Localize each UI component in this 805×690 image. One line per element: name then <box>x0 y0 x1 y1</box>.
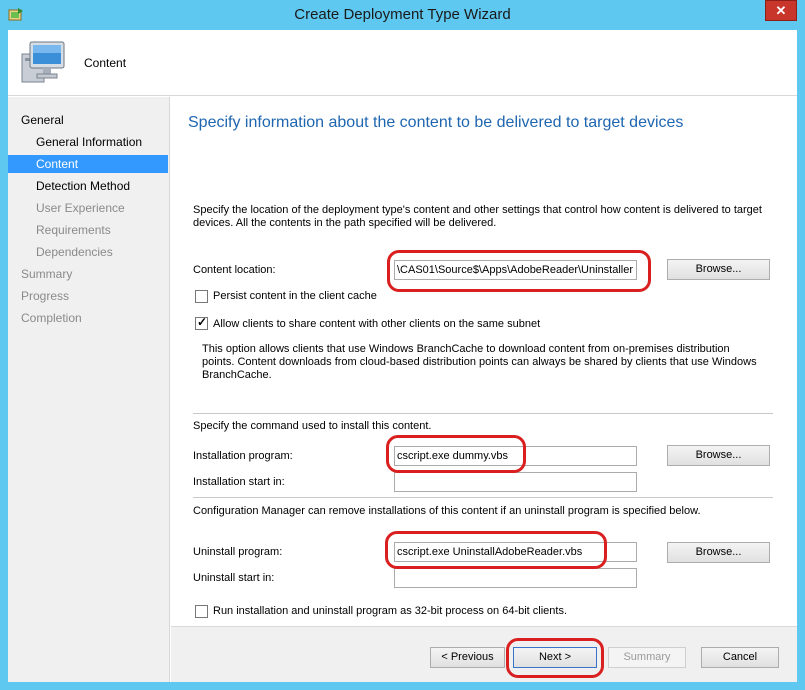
wizard-window: Create Deployment Type Wizard ✕ Content … <box>0 0 805 690</box>
nav-item-summary: Summary <box>21 267 73 281</box>
uninstall-start-input[interactable] <box>394 568 637 588</box>
persist-content-label: Persist content in the client cache <box>213 290 377 302</box>
uninstall-program-input[interactable]: cscript.exe UninstallAdobeReader.vbs <box>394 542 637 562</box>
wizard-header: Content <box>8 30 797 96</box>
wizard-client: Content General General Information Cont… <box>8 30 797 682</box>
computer-icon <box>21 41 65 83</box>
nav-item-progress: Progress <box>21 289 70 303</box>
run-32bit-checkbox[interactable] <box>195 605 208 618</box>
nav-item-general[interactable]: General <box>8 111 168 129</box>
wizard-footer: < Previous Next > Summary Cancel <box>171 626 797 682</box>
uninstall-intro: Configuration Manager can remove install… <box>193 505 701 517</box>
nav-item-content[interactable]: Content <box>8 155 168 173</box>
branchcache-note: This option allows clients that use Wind… <box>202 343 757 381</box>
nav-item-dependencies: Dependencies <box>36 245 113 259</box>
content-location-input[interactable]: \CAS01\Source$\Apps\AdobeReader\Uninstal… <box>394 260 637 280</box>
close-button[interactable]: ✕ <box>765 0 797 21</box>
section-divider <box>193 413 773 414</box>
installation-program-label: Installation program: <box>193 450 293 462</box>
content-location-browse-button[interactable]: Browse... <box>667 259 770 280</box>
page-title: Content <box>84 56 127 70</box>
uninstall-program-browse-button[interactable]: Browse... <box>667 542 770 563</box>
nav-item-completion: Completion <box>21 311 82 325</box>
intro-text: Specify the location of the deployment t… <box>193 204 762 229</box>
title-bar[interactable]: Create Deployment Type Wizard ✕ <box>0 0 805 30</box>
installation-start-input[interactable] <box>394 472 637 492</box>
content-page: Specify information about the content to… <box>171 97 797 652</box>
installation-program-input[interactable]: cscript.exe dummy.vbs <box>394 446 637 466</box>
persist-content-checkbox[interactable] <box>195 290 208 303</box>
next-button[interactable]: Next > <box>513 647 597 668</box>
section-divider <box>193 497 773 498</box>
nav-item-detection-method[interactable]: Detection Method <box>8 177 168 195</box>
allow-share-checkbox[interactable] <box>195 315 208 330</box>
install-intro: Specify the command used to install this… <box>193 420 432 432</box>
uninstall-program-label: Uninstall program: <box>193 546 283 558</box>
allow-share-label: Allow clients to share content with othe… <box>213 318 541 330</box>
nav-item-user-experience: User Experience <box>36 201 125 215</box>
window-title: Create Deployment Type Wizard <box>294 6 511 23</box>
wizard-nav: General General Information Content Dete… <box>8 97 170 682</box>
nav-item-requirements: Requirements <box>36 223 111 237</box>
previous-button[interactable]: < Previous <box>430 647 505 668</box>
summary-button: Summary <box>608 647 686 668</box>
cancel-button[interactable]: Cancel <box>701 647 779 668</box>
installation-program-browse-button[interactable]: Browse... <box>667 445 770 466</box>
run-32bit-label: Run installation and uninstall program a… <box>213 605 568 617</box>
content-location-label: Content location: <box>193 264 276 276</box>
uninstall-start-label: Uninstall start in: <box>193 572 275 584</box>
installation-start-label: Installation start in: <box>193 476 285 488</box>
nav-item-general-information[interactable]: General Information <box>8 133 168 151</box>
page-heading: Specify information about the content to… <box>188 114 684 131</box>
